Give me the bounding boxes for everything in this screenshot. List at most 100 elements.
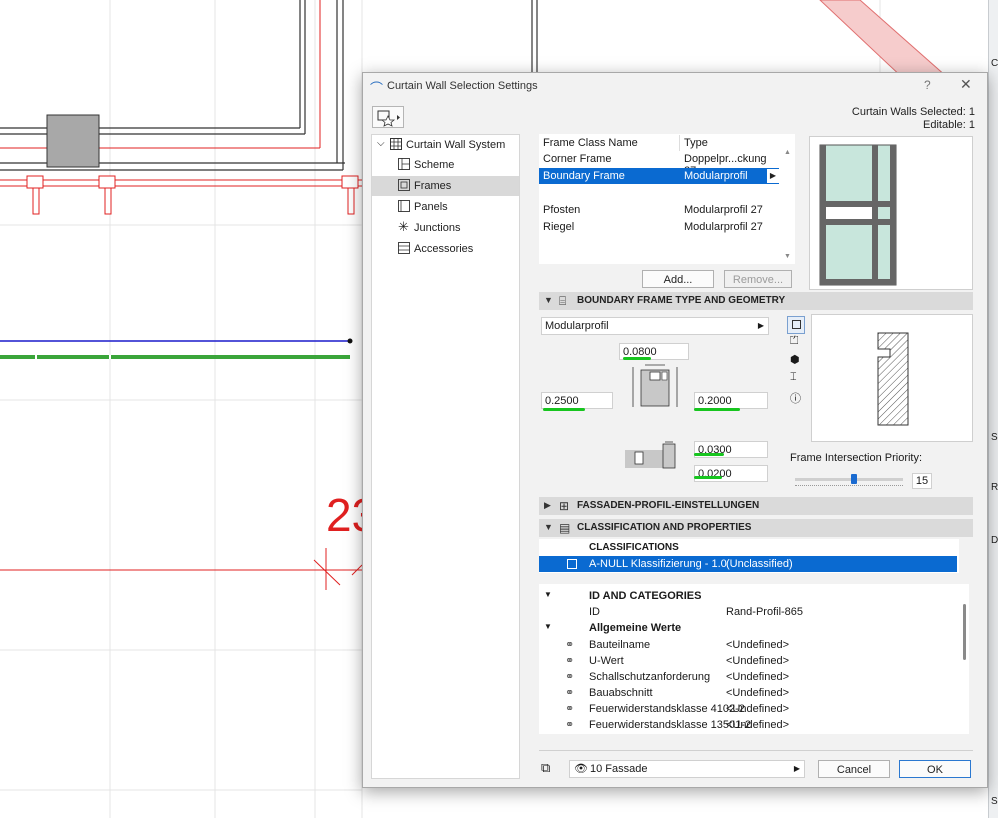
frame-row-boundary[interactable]: Boundary Frame Modularprofil ▶ [539, 168, 779, 184]
link-icon: ⚭ [565, 703, 575, 715]
cancel-button[interactable]: Cancel [818, 760, 890, 778]
chevron-right-icon: ▶ [544, 500, 551, 510]
tree-item-panels[interactable]: Panels [372, 197, 519, 217]
scroll-up-icon[interactable]: ▲ [784, 149, 791, 156]
tree-item-scheme[interactable]: Scheme [372, 155, 519, 175]
id-row[interactable]: ID Rand-Profil-865 [539, 604, 957, 620]
close-button[interactable]: ✕ [960, 76, 972, 93]
properties-list: ▼ ID AND CATEGORIES ID Rand-Profil-865 ▼… [539, 584, 969, 734]
view-plan-button[interactable] [787, 316, 805, 334]
property-value[interactable]: <Undefined> [726, 671, 789, 683]
frame-name: Boundary Frame [543, 170, 625, 182]
view-section-icon[interactable]: ⏍ [790, 335, 798, 348]
frame-row-corner[interactable]: Corner Frame Doppelpr...ckung 27 [539, 151, 779, 177]
frame-geometry-icon: ⌸ [559, 294, 567, 308]
favorites-button[interactable] [372, 106, 404, 128]
highlight-mark [694, 453, 724, 456]
property-row[interactable]: ⚭ Feuerwiderstandsklasse 4102-2 <Undefin… [539, 701, 957, 717]
highlight-mark [543, 408, 585, 411]
link-icon: ⚭ [565, 655, 575, 667]
priority-slider-ticks [795, 485, 903, 488]
tree-item-curtain-wall-system[interactable]: ⌵ Curtain Wall System [372, 135, 519, 155]
property-row[interactable]: ⚭ Bauteilname <Undefined> [539, 637, 957, 653]
link-icon: ⚭ [565, 639, 575, 651]
property-row[interactable]: ⚭ Bauabschnitt <Undefined> [539, 685, 957, 701]
layer-selector[interactable]: 👁 10 Fassade ▶ [569, 760, 805, 778]
view-3d-icon[interactable]: ⬢ [790, 353, 800, 366]
column-divider [679, 135, 680, 151]
chevron-down-icon: ▼ [544, 295, 553, 305]
column-header-name[interactable]: Frame Class Name [543, 137, 638, 149]
property-value[interactable]: <Undefined> [726, 703, 789, 715]
general-values-group[interactable]: ▼ Allgemeine Werte [539, 620, 957, 636]
add-frame-button[interactable]: Add... [642, 270, 714, 288]
properties-scrollbar[interactable] [963, 604, 966, 660]
right-strip-label: R [991, 482, 998, 493]
right-strip-label: S [991, 432, 998, 443]
frame-offset-diagram [625, 441, 676, 469]
frame-type-selector[interactable]: Modularprofil ▶ [541, 317, 769, 335]
id-categories-group[interactable]: ▼ ID AND CATEGORIES [539, 588, 957, 604]
frame-row-pfosten[interactable]: Pfosten Modularprofil 27 [539, 202, 779, 218]
priority-slider-thumb[interactable] [851, 474, 858, 484]
scheme-icon [398, 158, 410, 170]
classification-list: CLASSIFICATIONS A-NULL Klassifizierung -… [539, 539, 959, 573]
highlight-mark [694, 408, 740, 411]
arrow-right-icon: ▶ [757, 321, 764, 330]
frame-class-list[interactable]: Frame Class Name Type Corner Frame Doppe… [539, 134, 795, 264]
property-value[interactable]: <Undefined> [726, 719, 789, 731]
classification-value[interactable]: (Unclassified) [726, 558, 793, 570]
checkbox-icon[interactable] [567, 559, 577, 569]
chevron-down-icon: ▼ [544, 590, 552, 599]
ok-button[interactable]: OK [899, 760, 971, 778]
tree-item-junctions[interactable]: ✳ Junctions [372, 218, 519, 238]
property-name: U-Wert [589, 655, 624, 667]
selected-count: Curtain Walls Selected: 1 [851, 106, 975, 118]
frame-depth-field[interactable]: 0.2500 [541, 392, 613, 409]
panel-icon [398, 200, 410, 212]
offset-two-field[interactable]: 0.0200 [694, 465, 768, 482]
tree-item-label: Curtain Wall System [406, 139, 506, 151]
property-value[interactable]: <Undefined> [726, 639, 789, 651]
type-popup-arrow-icon[interactable]: ▶ [767, 169, 779, 183]
property-row[interactable]: ⚭ U-Wert <Undefined> [539, 653, 957, 669]
property-value[interactable]: <Undefined> [726, 687, 789, 699]
info-icon[interactable]: ⓘ [790, 390, 801, 406]
property-value[interactable]: Rand-Profil-865 [726, 606, 803, 618]
scroll-down-icon[interactable]: ▼ [784, 253, 791, 260]
remove-frame-button[interactable]: Remove... [724, 270, 792, 288]
right-strip-label: D [991, 535, 998, 546]
property-row[interactable]: ⚭ Feuerwiderstandsklasse 13501-2 <Undefi… [539, 717, 957, 733]
frame-list-header: Frame Class Name Type [539, 135, 779, 151]
curtain-wall-preview [809, 136, 973, 290]
right-toolbar-strip[interactable] [988, 0, 998, 818]
group-title: Allgemeine Werte [589, 622, 682, 634]
frame-offset-field[interactable]: 0.2000 [694, 392, 768, 409]
chevron-down-icon[interactable]: ⌵ [377, 138, 385, 149]
section-boundary-frame-geometry[interactable]: ▼ ⌸ BOUNDARY FRAME TYPE AND GEOMETRY [539, 292, 973, 310]
frame-row-riegel[interactable]: Riegel Modularprofil 27 [539, 219, 779, 235]
accessory-icon [398, 242, 410, 254]
tree-item-accessories[interactable]: Accessories [372, 239, 519, 259]
tree-item-label: Scheme [414, 159, 455, 171]
section-fassaden-profil[interactable]: ▶ ⊞ FASSADEN-PROFIL-EINSTELLUNGEN [539, 497, 973, 515]
property-row[interactable]: ⚭ Schallschutzanforderung <Undefined> [539, 669, 957, 685]
column-header-type[interactable]: Type [684, 137, 708, 149]
frame-type: Modularprofil [684, 170, 748, 182]
link-icon: ⚭ [565, 687, 575, 699]
priority-value-field[interactable]: 15 [912, 473, 932, 489]
property-value[interactable]: <Undefined> [726, 655, 789, 667]
tree-item-label: Frames [414, 180, 452, 192]
tree-item-label: Panels [414, 201, 448, 213]
classification-row[interactable]: A-NULL Klassifizierung - 1.0 (Unclassifi… [539, 556, 957, 572]
view-elevation-icon[interactable]: ⌶ [790, 371, 797, 384]
curtain-wall-preview-drawing [819, 144, 897, 286]
dialog-titlebar[interactable]: ⌒ Curtain Wall Selection Settings ? ✕ [363, 73, 987, 99]
help-button[interactable]: ? [924, 78, 931, 92]
curtain-wall-settings-dialog: ⌒ Curtain Wall Selection Settings ? ✕ Cu… [362, 72, 988, 788]
priority-slider[interactable] [795, 478, 903, 481]
favorites-star-icon [377, 110, 400, 127]
layers-icon: ⧉ [541, 760, 551, 775]
tree-item-frames[interactable]: Frames [372, 176, 519, 196]
section-classification[interactable]: ▼ ▤ CLASSIFICATION AND PROPERTIES [539, 519, 973, 537]
